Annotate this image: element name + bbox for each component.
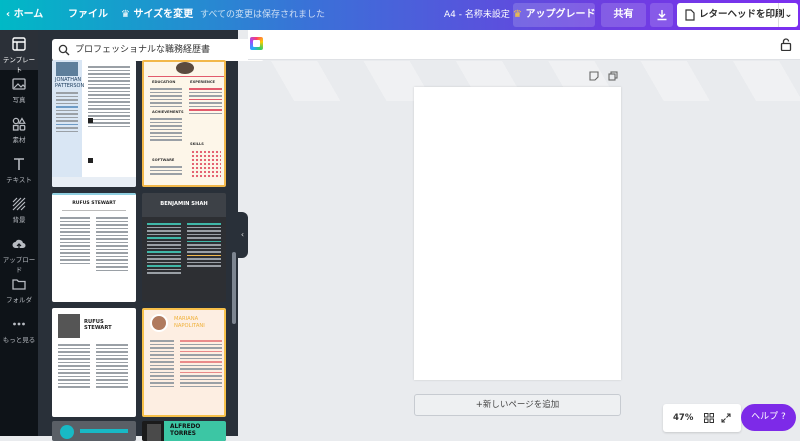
divider xyxy=(62,210,126,211)
template-name: ALFREDO TORRES xyxy=(170,424,201,437)
template-photo xyxy=(56,62,78,76)
collapse-panel-button[interactable]: ‹ xyxy=(237,212,248,258)
template-text-lines xyxy=(150,88,182,109)
lock-icon[interactable] xyxy=(780,38,792,51)
photo-icon xyxy=(12,78,26,90)
template-thumbnail[interactable]: BENJAMIN SHAH xyxy=(142,193,226,302)
template-icon-block xyxy=(88,118,93,123)
download-button[interactable] xyxy=(650,3,673,27)
sidebar-item-photos[interactable]: 写真 xyxy=(0,70,38,110)
template-photo xyxy=(60,425,74,439)
zoom-controls: 47% xyxy=(663,404,741,432)
sidebar-item-upload[interactable]: アップロード xyxy=(0,230,38,274)
left-sidebar: テンプレート 写真 素材 テキスト 背景 アップロード フォルダ もっと見る xyxy=(0,30,38,436)
template-thumbnail[interactable]: ALFREDO TORRES xyxy=(142,421,226,441)
top-bar: ‹ ホーム ファイル ♛ サイズを変更 すべての変更は保存されました A4 - … xyxy=(0,0,800,30)
help-button[interactable]: ヘルプ ? xyxy=(741,404,796,431)
template-text-lines xyxy=(58,344,90,390)
sidebar-item-elements[interactable]: 素材 xyxy=(0,110,38,150)
zoom-level[interactable]: 47% xyxy=(673,404,693,432)
template-photo xyxy=(147,424,161,441)
template-section-title: EDUCATION xyxy=(152,80,176,84)
template-text-lines xyxy=(150,340,174,389)
template-name: RUFUS STEWART xyxy=(72,201,116,206)
sidebar-item-text[interactable]: テキスト xyxy=(0,150,38,190)
top-accent xyxy=(52,193,136,195)
background-icon xyxy=(12,197,26,211)
share-button[interactable]: 共有 xyxy=(601,3,646,27)
canvas-toolbar xyxy=(248,30,800,60)
template-section-title: EXPERIENCE xyxy=(190,80,215,84)
folder-icon xyxy=(12,279,26,290)
template-thumbnail[interactable]: RUFUS STEWART xyxy=(52,193,136,302)
template-thumbnail[interactable]: EDUCATION EXPERIENCE ACHIEVEMENTS SKILLS… xyxy=(142,60,226,187)
duplicate-page-icon[interactable] xyxy=(608,71,618,81)
template-name: JONATHAN PATTERSON xyxy=(55,77,85,89)
print-letterhead-button[interactable]: レターヘッドを印刷 ⌄ xyxy=(677,3,798,27)
template-photo xyxy=(150,314,168,332)
template-footer xyxy=(52,177,136,187)
elements-icon xyxy=(12,117,26,131)
divider xyxy=(148,76,224,77)
document-title[interactable]: A4 - 名称未設定 xyxy=(444,0,510,30)
sidebar-item-folder[interactable]: フォルダ xyxy=(0,270,38,310)
text-icon xyxy=(14,158,24,170)
template-thumbnail[interactable]: JONATHAN PATTERSON xyxy=(52,60,136,187)
template-text-lines xyxy=(150,118,182,143)
template-text-lines xyxy=(187,223,221,269)
template-text-lines xyxy=(60,217,90,266)
template-section-title: SKILLS xyxy=(190,142,204,146)
chevron-down-icon: ⌄ xyxy=(784,9,793,20)
template-thumbnail[interactable]: MARIANA NAPOLITANI xyxy=(142,308,226,417)
grid-view-icon[interactable] xyxy=(704,413,714,423)
add-page-button[interactable]: +新しいページを追加 xyxy=(414,394,621,416)
home-button[interactable]: ‹ ホーム xyxy=(6,0,43,30)
template-photo xyxy=(58,314,80,338)
template-thumbnail[interactable] xyxy=(52,421,136,441)
template-text-lines xyxy=(96,217,128,273)
add-note-icon[interactable] xyxy=(589,71,599,81)
template-name: MARIANA NAPOLITANI xyxy=(174,316,205,329)
more-icon xyxy=(13,322,25,326)
sidebar-item-templates[interactable]: テンプレート xyxy=(0,30,38,74)
document-icon xyxy=(685,9,695,21)
template-text-lines xyxy=(88,66,130,129)
template-name: BENJAMIN SHAH xyxy=(160,201,208,207)
sidebar-item-background[interactable]: 背景 xyxy=(0,190,38,230)
color-picker-icon[interactable] xyxy=(250,37,263,50)
skill-dots xyxy=(191,150,221,178)
chevron-left-icon: ‹ xyxy=(240,230,245,239)
template-accent-band xyxy=(80,429,128,433)
search-icon xyxy=(58,44,70,56)
upload-icon xyxy=(12,239,26,249)
fullscreen-icon[interactable] xyxy=(721,413,731,423)
download-icon xyxy=(657,10,666,21)
template-name: RUFUS STEWART xyxy=(84,319,112,331)
chevron-left-icon: ‹ xyxy=(6,9,11,20)
template-icon-block xyxy=(88,158,93,163)
save-status: すべての変更は保存されました xyxy=(200,10,326,20)
template-text-lines xyxy=(189,88,222,116)
design-page[interactable] xyxy=(414,87,621,380)
sidebar-item-more[interactable]: もっと見る xyxy=(0,310,38,350)
template-text-lines xyxy=(96,344,128,390)
template-thumbnail[interactable]: RUFUS STEWART xyxy=(52,308,136,417)
panel-scrollbar[interactable] xyxy=(232,252,236,324)
template-text-lines xyxy=(56,92,78,134)
file-menu[interactable]: ファイル xyxy=(68,0,108,30)
template-text-lines xyxy=(147,223,181,276)
upgrade-button[interactable]: ♛ アップグレード xyxy=(513,3,595,27)
template-text-lines xyxy=(150,166,182,177)
template-icon xyxy=(12,37,26,51)
crown-icon: ♛ xyxy=(121,9,130,20)
template-photo xyxy=(176,62,194,74)
templates-panel: プロフェッショナルな職務経歴書 ✕ JONATHAN PATTERSON EDU… xyxy=(38,30,264,441)
template-section-title: SOFTWARE xyxy=(152,158,175,162)
template-section-title: ACHIEVEMENTS xyxy=(152,110,184,114)
resize-button[interactable]: ♛ サイズを変更 xyxy=(121,0,193,30)
template-text-lines xyxy=(180,340,222,389)
print-options-dropdown[interactable]: ⌄ xyxy=(778,3,798,27)
search-input[interactable]: プロフェッショナルな職務経歴書 ✕ xyxy=(52,39,264,61)
crown-icon: ♛ xyxy=(513,9,522,20)
